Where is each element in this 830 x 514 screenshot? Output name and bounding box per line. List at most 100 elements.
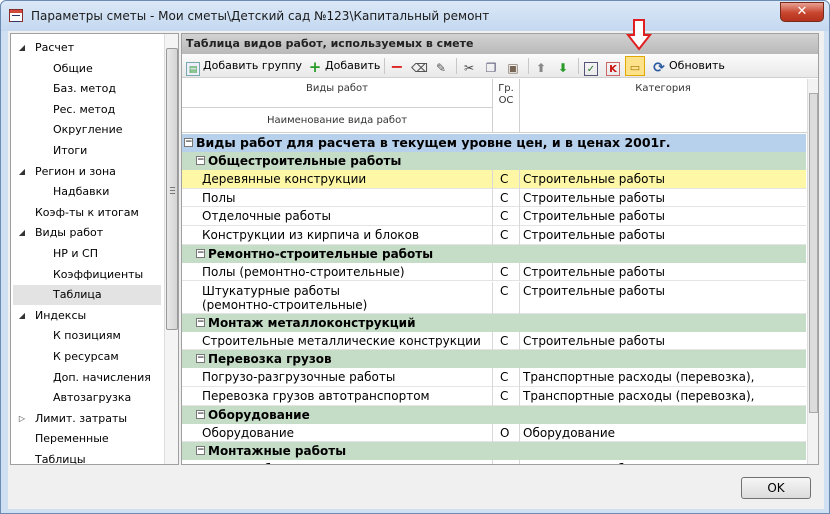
tree-scrollbar[interactable] — [164, 34, 178, 464]
collapse-icon[interactable]: − — [196, 248, 205, 258]
delete-button[interactable]: − — [390, 57, 407, 75]
sidebar-item-label: Расчет — [35, 41, 75, 54]
group-row[interactable]: − Виды работ для расчета в текущем уровне… — [182, 134, 806, 152]
column-separator — [492, 331, 493, 351]
group-row[interactable]: − Оборудование — [182, 405, 806, 424]
sidebar-item[interactable]: К ресурсам — [13, 347, 161, 367]
column-separator — [492, 170, 493, 189]
sidebar-item[interactable]: ▷ Лимит. затраты — [13, 409, 161, 429]
column-separator — [519, 188, 520, 208]
k-icon: K — [606, 62, 620, 76]
column-separator — [492, 262, 493, 282]
cut-button[interactable]: ✂ — [462, 57, 479, 75]
sidebar-item[interactable]: Рес. метод — [13, 100, 161, 120]
work-type-name: Отделочные работы — [202, 209, 331, 224]
sidebar-item[interactable]: Общие — [13, 59, 161, 79]
work-type-name: Оборудование — [202, 425, 294, 440]
group-row[interactable]: − Монтажные работы — [182, 442, 806, 461]
collapse-icon[interactable]: − — [196, 354, 205, 364]
group-row[interactable]: − Перевозка грузов — [182, 350, 806, 369]
col-category[interactable]: Категория — [520, 83, 806, 94]
add-group-label: Добавить группу — [203, 59, 303, 72]
table-row[interactable]: Монтаж оборудования М Монтажные работы — [182, 460, 806, 464]
sidebar-item[interactable]: К позициям — [13, 326, 161, 346]
dialog-client: ◢ Расчет Общие Баз. метод Рес. метод Округлен… — [8, 31, 824, 509]
sidebar-item[interactable]: Итоги — [13, 141, 161, 161]
check-button[interactable]: ✓ — [584, 57, 601, 76]
k-button[interactable]: K — [606, 57, 623, 76]
refresh-icon: ⟳ — [653, 60, 665, 76]
os-code: С — [500, 209, 509, 224]
sidebar-item[interactable]: Таблицы — [13, 450, 161, 465]
title-bar[interactable]: Параметры сметы - Мои сметы\Детский сад … — [1, 1, 829, 31]
group-row[interactable]: − Монтаж металлоконструкций — [182, 313, 806, 332]
sidebar-item[interactable]: Баз. метод — [13, 79, 161, 99]
col-gr[interactable]: Гр. — [493, 83, 519, 94]
group-row[interactable]: − Общестроительные работы — [182, 152, 806, 170]
move-up-button[interactable]: ⬆ — [534, 57, 551, 75]
table-row[interactable]: Штукатурные работы (ремонтно-строительные… — [182, 281, 806, 314]
category-cell: Строительные работы — [523, 190, 665, 205]
grid-scrollbar-thumb[interactable] — [809, 93, 818, 413]
collapse-icon[interactable]: − — [196, 446, 205, 456]
col-name[interactable]: Наименование вида работ — [182, 115, 492, 126]
table-row[interactable]: Конструкции из кирпича и блоков С Строител… — [182, 226, 806, 245]
collapse-icon[interactable]: − — [196, 317, 205, 327]
collapse-icon[interactable]: − — [196, 409, 205, 419]
sidebar-item[interactable]: ◢ Регион и зона — [13, 162, 161, 182]
table-row[interactable]: Строительные металлические конструкции С С… — [182, 331, 806, 351]
move-down-button[interactable]: ⬇ — [556, 57, 573, 75]
sidebar-item[interactable]: ◢ Виды работ — [13, 223, 161, 243]
close-button[interactable]: ✕ — [780, 2, 824, 22]
sidebar-item[interactable]: НР и СП — [13, 244, 161, 264]
os-code: С — [500, 190, 509, 205]
sidebar-item[interactable]: Таблица — [13, 285, 161, 306]
sidebar-item[interactable]: Округление — [13, 120, 161, 140]
group-row[interactable]: − Ремонтно-строительные работы — [182, 244, 806, 263]
table-row[interactable]: Полы (ремонтно-строительные) С Строительны… — [182, 262, 806, 282]
highlighted-tool-button[interactable]: ▭ — [625, 56, 645, 76]
tree-collapsed-icon[interactable]: ▷ — [17, 409, 27, 429]
sidebar-item[interactable]: ◢ Расчет — [13, 38, 161, 58]
table-row[interactable]: Деревянные конструкции С Строительные рабо… — [182, 170, 806, 189]
sidebar-item[interactable]: Переменные — [13, 429, 161, 449]
copy-icon: ❐ — [485, 61, 497, 75]
tree-expanded-icon[interactable]: ◢ — [17, 306, 27, 326]
category-cell: Транспортные расходы (перевозка), — [523, 388, 755, 403]
os-code: С — [500, 388, 509, 403]
ok-button[interactable]: OK — [741, 477, 811, 499]
sidebar-item[interactable]: ◢ Индексы — [13, 306, 161, 326]
col-work-types[interactable]: Виды работ — [182, 83, 492, 94]
clear-filter-button[interactable]: ✎ — [434, 57, 451, 75]
collapse-icon[interactable]: − — [196, 156, 205, 165]
table-row[interactable]: Полы С Строительные работы — [182, 188, 806, 208]
tree-expanded-icon[interactable]: ◢ — [17, 38, 27, 58]
paste-button[interactable]: ▣ — [506, 57, 523, 75]
column-separator — [492, 188, 493, 208]
sidebar-item-label: Регион и зона — [35, 164, 116, 178]
table-row[interactable]: Оборудование О Оборудование — [182, 423, 806, 443]
copy-button[interactable]: ❐ — [484, 57, 501, 75]
sidebar-item-label: Таблицы — [35, 453, 86, 465]
collapse-icon[interactable]: − — [184, 138, 193, 147]
work-type-name: Перевозка грузов автотранспортом — [202, 388, 430, 403]
table-row[interactable]: Перевозка грузов автотранспортом С Транспо… — [182, 386, 806, 406]
tree-scrollbar-thumb[interactable] — [166, 48, 178, 330]
add-button[interactable]: + Добавить — [308, 57, 381, 75]
table-row[interactable]: Отделочные работы С Строительные работы — [182, 207, 806, 227]
sidebar-item[interactable]: Коэффициенты — [13, 265, 161, 285]
sidebar-item[interactable]: Коэф-ты к итогам — [13, 203, 161, 223]
dialog-window: Параметры сметы - Мои сметы\Детский сад … — [0, 0, 830, 514]
add-group-button[interactable]: ▤ Добавить группу — [186, 57, 303, 76]
grid-scrollbar[interactable] — [807, 79, 818, 464]
tree-expanded-icon[interactable]: ◢ — [17, 223, 27, 243]
tree-expanded-icon[interactable]: ◢ — [17, 162, 27, 182]
refresh-button[interactable]: ⟳ Обновить — [652, 57, 725, 75]
sidebar-item[interactable]: Доп. начисления — [13, 368, 161, 388]
column-separator — [519, 460, 520, 464]
sidebar-item[interactable]: Надбавки — [13, 182, 161, 202]
window-title: Параметры сметы - Мои сметы\Детский сад … — [31, 9, 490, 23]
eraser-button[interactable]: ⌫ — [411, 57, 428, 75]
table-row[interactable]: Погрузо-разгрузочные работы С Транспортные… — [182, 368, 806, 387]
sidebar-item[interactable]: Автозагрузка — [13, 388, 161, 408]
